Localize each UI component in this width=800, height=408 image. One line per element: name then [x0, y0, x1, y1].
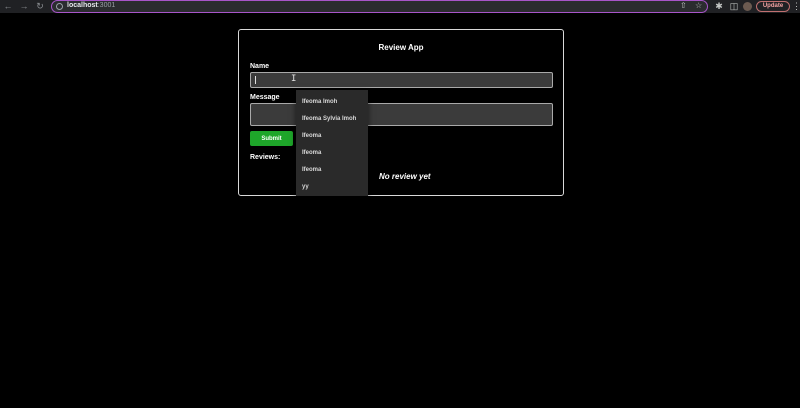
- address-bar[interactable]: localhost:3001 ⇧ ☆: [51, 0, 708, 13]
- ibeam-cursor-icon: I: [291, 74, 297, 84]
- autocomplete-option[interactable]: Ifeoma Imoh: [296, 94, 368, 111]
- page-title: Review App: [378, 43, 424, 52]
- name-input[interactable]: I: [250, 72, 553, 88]
- autocomplete-option[interactable]: Ifeoma Sylvia Imoh: [296, 111, 368, 128]
- message-label: Message: [250, 94, 280, 101]
- bookmark-star-icon[interactable]: ☆: [695, 1, 702, 11]
- side-panel-icon[interactable]: ◫: [729, 0, 739, 13]
- text-caret: [255, 76, 256, 84]
- autocomplete-option[interactable]: Ifeoma: [296, 162, 368, 179]
- reload-icon[interactable]: ↻: [35, 0, 45, 13]
- autocomplete-option[interactable]: Ifeoma: [296, 128, 368, 145]
- submit-button[interactable]: Submit: [250, 131, 293, 146]
- extensions-icon[interactable]: ✱: [714, 0, 724, 13]
- autocomplete-option[interactable]: yy: [296, 179, 368, 196]
- autocomplete-option[interactable]: Ifeoma: [296, 145, 368, 162]
- browser-toolbar: ← → ↻ localhost:3001 ⇧ ☆ ✱ ◫ Update ⋮: [0, 0, 800, 13]
- profile-avatar[interactable]: [743, 2, 752, 11]
- review-card: Review App Name I Message Submit Reviews…: [238, 29, 564, 196]
- reviews-heading: Reviews:: [250, 154, 281, 161]
- autocomplete-dropdown: Ifeoma Imoh Ifeoma Sylvia Imoh Ifeoma If…: [296, 90, 368, 196]
- empty-reviews-text: No review yet: [379, 172, 431, 181]
- back-icon[interactable]: ←: [3, 0, 13, 13]
- url-text: localhost:3001: [67, 2, 116, 9]
- site-info-icon[interactable]: [56, 3, 63, 10]
- name-label: Name: [250, 63, 270, 70]
- forward-icon[interactable]: →: [19, 0, 29, 13]
- update-button[interactable]: Update: [756, 1, 790, 12]
- menu-dots-icon[interactable]: ⋮: [792, 0, 800, 13]
- share-icon[interactable]: ⇧: [680, 1, 687, 11]
